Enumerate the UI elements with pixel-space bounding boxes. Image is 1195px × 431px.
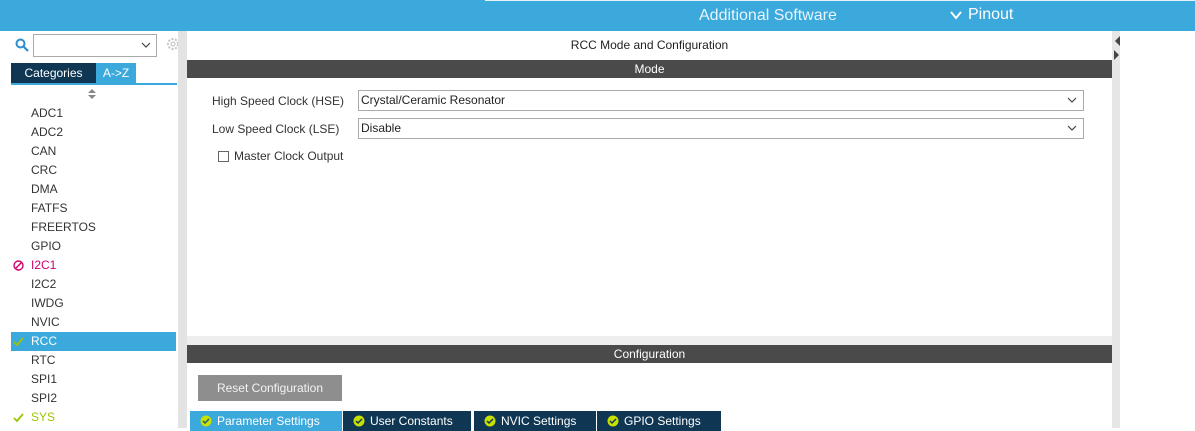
chevron-down-icon (1067, 97, 1077, 103)
check-circle-icon (484, 415, 496, 427)
sidebar-splitter[interactable] (178, 31, 187, 428)
mode-header: Mode (187, 60, 1112, 78)
check-icon (13, 337, 24, 347)
tab-parameter-settings[interactable]: Parameter Settings (190, 411, 342, 431)
list-item-label: NVIC (31, 315, 60, 329)
tab-user-constants[interactable]: User Constants (343, 411, 471, 431)
hse-select[interactable]: Crystal/Ceramic Resonator (358, 90, 1084, 111)
chevron-down-icon (950, 11, 962, 20)
list-item-label: RTC (31, 353, 56, 367)
check-circle-icon (607, 415, 619, 427)
chevron-down-icon (1067, 125, 1077, 131)
search-input[interactable] (33, 34, 157, 57)
top-toolbar: Additional Software Pinout (0, 0, 1195, 31)
panel-title: RCC Mode and Configuration (187, 31, 1112, 60)
list-item-label: DMA (31, 182, 58, 196)
configuration-section: Reset Configuration Parameter Settings U… (187, 363, 1112, 431)
category-tabs: Categories A->Z (11, 63, 177, 85)
mode-section: High Speed Clock (HSE) Crystal/Ceramic R… (187, 78, 1112, 336)
search-icon[interactable] (15, 38, 29, 52)
list-item[interactable]: ADC2 (11, 123, 176, 142)
tab-label: User Constants (370, 414, 453, 428)
list-item-label: SPI2 (31, 391, 58, 405)
check-circle-icon (200, 415, 212, 427)
tab-a-z[interactable]: A->Z (96, 63, 136, 83)
list-item[interactable]: CAN (11, 142, 176, 161)
pinout-tab-label: Pinout (968, 6, 1014, 23)
list-item-label: RCC (31, 334, 57, 348)
master-clock-output-label: Master Clock Output (234, 149, 344, 163)
error-icon (13, 260, 24, 271)
list-item-label: CAN (31, 144, 57, 158)
master-clock-output-checkbox[interactable] (218, 151, 229, 162)
hse-select-value: Crystal/Ceramic Resonator (361, 93, 506, 107)
list-item-label: IWDG (31, 296, 64, 310)
rcc-config-panel: RCC Mode and Configuration Mode High Spe… (187, 31, 1112, 431)
list-item[interactable]: CRC (11, 161, 176, 180)
list-item-label: SPI1 (31, 372, 58, 386)
lse-select-value: Disable (361, 121, 402, 135)
collapse-arrow-icon[interactable] (1113, 33, 1120, 63)
list-item[interactable]: FATFS (11, 199, 176, 218)
list-item[interactable]: SPI1 (11, 370, 176, 389)
sort-icon[interactable] (88, 89, 96, 99)
list-item[interactable]: RTC (11, 351, 176, 370)
lse-select[interactable]: Disable (358, 118, 1084, 139)
toolbar-divider (485, 0, 1195, 1)
list-item[interactable]: I2C2 (11, 275, 176, 294)
list-item-label: I2C2 (31, 277, 57, 291)
chevron-down-icon[interactable] (141, 41, 151, 49)
tab-underline (11, 83, 177, 85)
check-icon (13, 413, 24, 423)
tab-label: NVIC Settings (501, 414, 577, 428)
right-splitter[interactable] (1112, 31, 1120, 428)
list-item-label: GPIO (31, 239, 62, 253)
component-sidebar: Categories A->Z ADC1 ADC2 CAN CRC DMA FA… (0, 31, 179, 428)
component-list: ADC1 ADC2 CAN CRC DMA FATFS FREERTOS GPI… (11, 104, 176, 427)
list-item-label: CRC (31, 163, 57, 177)
list-item-label: I2C1 (31, 258, 57, 272)
list-item[interactable]: FREERTOS (11, 218, 176, 237)
pinout-tab[interactable]: Pinout (950, 6, 1013, 24)
additional-software-tab[interactable]: Additional Software (699, 7, 837, 25)
hse-label: High Speed Clock (HSE) (212, 94, 345, 108)
list-item-label: ADC1 (31, 106, 64, 120)
list-item-selected[interactable]: RCC (11, 332, 176, 351)
list-item[interactable]: DMA (11, 180, 176, 199)
list-item[interactable]: GPIO (11, 237, 176, 256)
list-item[interactable]: IWDG (11, 294, 176, 313)
tab-nvic-settings[interactable]: NVIC Settings (474, 411, 596, 431)
list-item-label: ADC2 (31, 125, 64, 139)
tab-label: GPIO Settings (624, 414, 701, 428)
list-item-label: SYS (31, 410, 56, 424)
configuration-header: Configuration (187, 345, 1112, 363)
list-item[interactable]: SYS (11, 408, 176, 427)
list-item[interactable]: SPI2 (11, 389, 176, 408)
list-item-label: FREERTOS (31, 220, 96, 234)
tab-gpio-settings[interactable]: GPIO Settings (597, 411, 721, 431)
check-circle-icon (353, 415, 365, 427)
pinout-view (1120, 31, 1195, 428)
tab-label: Parameter Settings (217, 414, 320, 428)
lse-label: Low Speed Clock (LSE) (212, 122, 340, 136)
tab-categories[interactable]: Categories (11, 63, 96, 83)
list-item[interactable]: NVIC (11, 313, 176, 332)
list-item[interactable]: I2C1 (11, 256, 176, 275)
list-item-label: FATFS (31, 201, 68, 215)
list-item[interactable]: ADC1 (11, 104, 176, 123)
reset-configuration-button[interactable]: Reset Configuration (198, 375, 342, 401)
